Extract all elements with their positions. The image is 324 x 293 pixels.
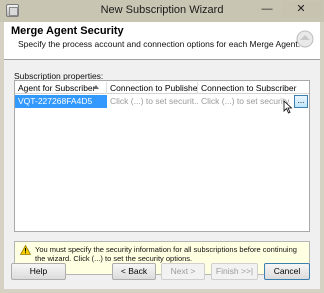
wizard-dialog: Merge Agent Security Specify the process… [4, 22, 320, 289]
wizard-logo-icon [296, 30, 314, 48]
subscriber-connection-cell[interactable]: Click (...) to set security... [198, 95, 290, 108]
minimize-button[interactable]: — [256, 1, 278, 18]
warning-icon [20, 245, 31, 255]
column-header-subscriber-connection[interactable]: Connection to Subscriber [198, 82, 309, 94]
page-description: Specify the process account and connecti… [18, 39, 301, 49]
next-button[interactable]: Next > [161, 263, 205, 280]
back-button[interactable]: < Back [112, 263, 156, 280]
warning-text: You must specify the security informatio… [35, 245, 297, 263]
column-header-publisher-connection[interactable]: Connection to Publisher ... [107, 82, 198, 94]
help-button[interactable]: Help [11, 263, 66, 280]
publisher-connection-cell[interactable]: Click (...) to set securit... [107, 95, 198, 108]
agent-cell[interactable]: VQT-227268FA4D5 [15, 95, 107, 108]
cancel-button[interactable]: Cancel [264, 263, 310, 280]
title-bar[interactable]: New Subscription Wizard — ✕ [0, 0, 324, 22]
subscription-grid[interactable]: Agent for Subscriber Connection to Publi… [14, 80, 310, 232]
mouse-cursor-icon [283, 100, 293, 114]
finish-button[interactable]: Finish >>| [211, 263, 258, 280]
table-row[interactable]: VQT-227268FA4D5 Click (...) to set secur… [15, 95, 309, 108]
sort-ascending-icon [93, 85, 99, 89]
close-button[interactable]: ✕ [281, 1, 321, 18]
page-header: Merge Agent Security Specify the process… [4, 22, 320, 60]
grid-header: Agent for Subscriber Connection to Publi… [15, 81, 309, 94]
ellipsis-button[interactable]: ... [294, 95, 308, 108]
page-title: Merge Agent Security [11, 25, 124, 37]
